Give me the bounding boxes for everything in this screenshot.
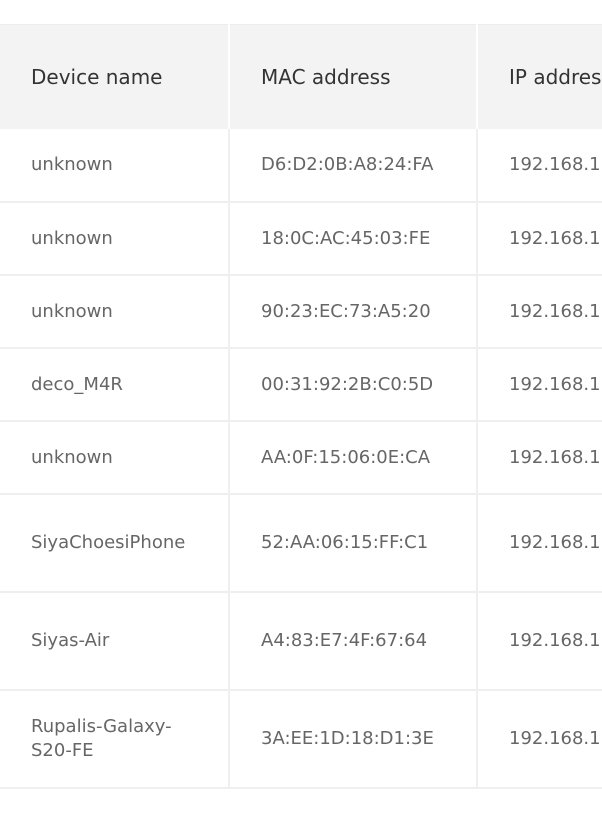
device-table: Device name MAC address IP address unkno… (0, 24, 602, 789)
device-name-cell: unknown (0, 274, 230, 349)
mac-address-cell: 90:23:EC:73:A5:20 (229, 274, 478, 349)
ip-address-cell: 192.168.1 (477, 347, 602, 422)
device-name-cell: unknown (0, 201, 230, 276)
table-row: Siyas-Air A4:83:E7:4F:67:64 192.168.1 (0, 591, 602, 691)
ip-address-cell: 192.168.1 (477, 274, 602, 349)
mac-address-cell: 3A:EE:1D:18:D1:3E (229, 689, 478, 789)
table-row: unknown AA:0F:15:06:0E:CA 192.168.1 (0, 420, 602, 495)
header-mac-address[interactable]: MAC address (229, 24, 478, 129)
mac-address-cell: A4:83:E7:4F:67:64 (229, 591, 478, 691)
mac-address-cell: 00:31:92:2B:C0:5D (229, 347, 478, 422)
mac-address-cell: 18:0C:AC:45:03:FE (229, 201, 478, 276)
mac-address-cell: D6:D2:0B:A8:24:FA (229, 128, 478, 203)
ip-address-cell: 192.168.1 (477, 420, 602, 495)
device-table-container: Device name MAC address IP address unkno… (0, 24, 602, 789)
ip-address-cell: 192.168.1 (477, 591, 602, 691)
header-ip-address[interactable]: IP address (477, 24, 602, 129)
table-row: unknown 18:0C:AC:45:03:FE 192.168.1 (0, 201, 602, 276)
device-name-cell: unknown (0, 128, 230, 203)
header-device-name[interactable]: Device name (0, 24, 230, 129)
ip-address-cell: 192.168.1 (477, 493, 602, 593)
table-row: deco_M4R 00:31:92:2B:C0:5D 192.168.1 (0, 347, 602, 422)
device-name-cell: unknown (0, 420, 230, 495)
mac-address-cell: AA:0F:15:06:0E:CA (229, 420, 478, 495)
device-name-cell: SiyaChoesiPhone (0, 493, 230, 593)
table-row: unknown D6:D2:0B:A8:24:FA 192.168.1 (0, 128, 602, 203)
device-name-cell: Rupalis-Galaxy-S20-FE (0, 689, 230, 789)
table-row: Rupalis-Galaxy-S20-FE 3A:EE:1D:18:D1:3E … (0, 689, 602, 789)
ip-address-cell: 192.168.1 (477, 201, 602, 276)
table-row: unknown 90:23:EC:73:A5:20 192.168.1 (0, 274, 602, 349)
table-row: SiyaChoesiPhone 52:AA:06:15:FF:C1 192.16… (0, 493, 602, 593)
mac-address-cell: 52:AA:06:15:FF:C1 (229, 493, 478, 593)
ip-address-cell: 192.168.1 (477, 689, 602, 789)
ip-address-cell: 192.168.1 (477, 128, 602, 203)
device-name-cell: deco_M4R (0, 347, 230, 422)
table-header-row: Device name MAC address IP address (0, 24, 602, 129)
device-name-cell: Siyas-Air (0, 591, 230, 691)
